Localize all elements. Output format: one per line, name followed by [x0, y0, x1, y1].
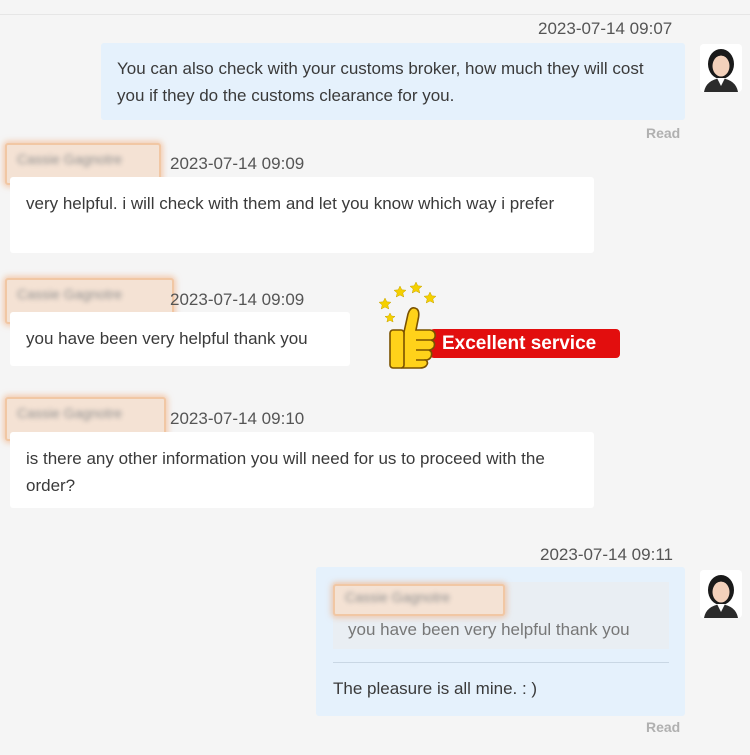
incoming-message-bubble: very helpful. i will check with them and…	[10, 177, 594, 253]
message-timestamp: 2023-07-14 09:11	[540, 545, 673, 564]
quoted-message-text: you have been very helpful thank you	[348, 620, 630, 639]
incoming-message-bubble: is there any other information you will …	[10, 432, 594, 508]
star-icon	[378, 297, 392, 310]
message-text: The pleasure is all mine. : )	[333, 679, 538, 698]
star-icon	[423, 291, 437, 304]
message-timestamp: 2023-07-14 09:09	[170, 290, 305, 309]
quote-divider	[333, 662, 669, 663]
message-text: is there any other information you will …	[26, 449, 545, 495]
quoted-sender-blurred: Cassie Gagnotre	[333, 584, 505, 616]
message-text: very helpful. i will check with them and…	[26, 194, 555, 213]
message-text: You can also check with your customs bro…	[117, 59, 644, 105]
top-divider	[0, 14, 750, 15]
read-status: Read	[646, 719, 681, 735]
star-icon	[409, 281, 423, 294]
thumbs-up-icon	[378, 280, 448, 370]
message-text: you have been very helpful thank you	[26, 329, 308, 348]
star-icon	[393, 285, 407, 298]
message-timestamp: 2023-07-14 09:09	[170, 154, 305, 173]
excellent-service-badge: Excellent service	[430, 329, 620, 358]
message-timestamp: 2023-07-14 09:10	[170, 409, 305, 428]
outgoing-message-bubble: You can also check with your customs bro…	[101, 43, 685, 120]
incoming-message-bubble: you have been very helpful thank you	[10, 312, 350, 366]
star-icon	[384, 312, 396, 323]
read-status: Read	[646, 125, 681, 141]
agent-avatar[interactable]	[700, 570, 742, 618]
agent-avatar[interactable]	[700, 44, 742, 92]
message-timestamp: 2023-07-14 09:07	[538, 19, 673, 38]
